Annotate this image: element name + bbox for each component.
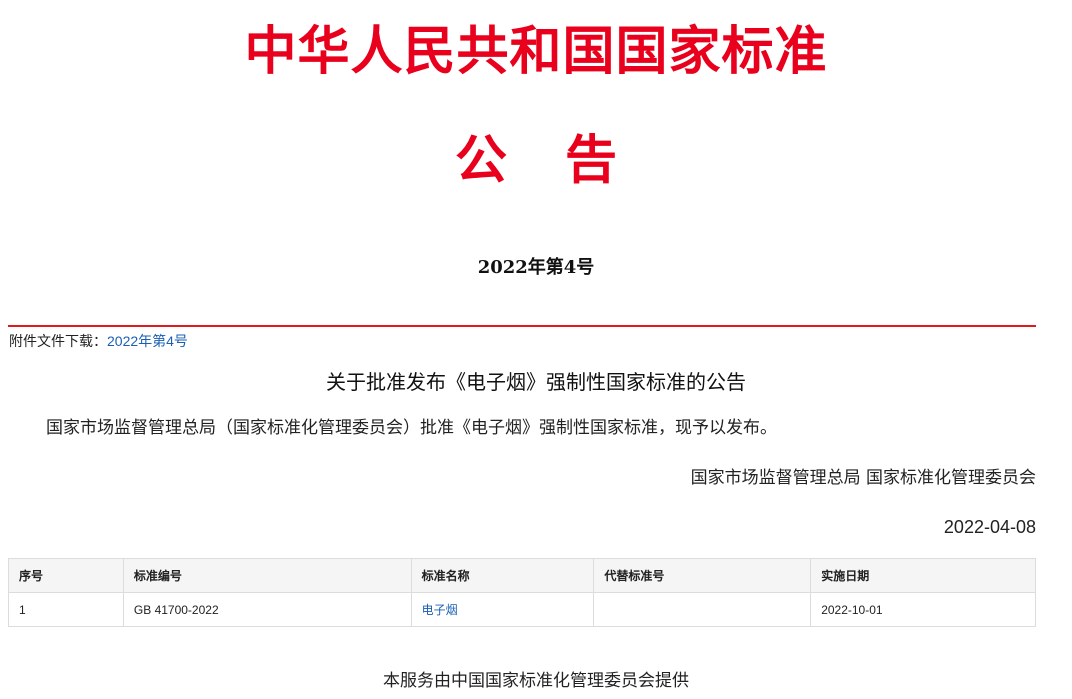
- attachment-label: 附件文件下载：: [9, 333, 107, 349]
- notice-title: 关于批准发布《电子烟》强制性国家标准的公告: [326, 370, 746, 394]
- notice-date: 2022-04-08: [943, 517, 1036, 537]
- cell-serial: 1: [8, 592, 124, 627]
- col-header-standard-number: 标准编号: [122, 558, 412, 593]
- standard-name-link[interactable]: 电子烟: [422, 603, 458, 617]
- table-header-row: 序号 标准编号 标准名称 代替标准号 实施日期: [8, 558, 1036, 593]
- red-divider: [8, 325, 1036, 327]
- notice-signer: 国家市场监督管理总局 国家标准化管理委员会: [690, 468, 1036, 488]
- cell-implementation-date: 2022-10-01: [810, 592, 1036, 627]
- cell-standard-number: GB 41700-2022: [122, 592, 412, 627]
- document-title: 中华人民共和国国家标准: [244, 21, 828, 82]
- col-header-serial: 序号: [8, 558, 124, 593]
- col-header-replaced-standard: 代替标准号: [593, 558, 812, 593]
- footer-provider: 本服务由中国国家标准化管理委员会提供: [383, 671, 689, 691]
- notice-body: 国家市场监督管理总局（国家标准化管理委员会）批准《电子烟》强制性国家标准，现予以…: [46, 418, 777, 438]
- document-subtitle: 公 告: [454, 130, 618, 191]
- attachment-download-link[interactable]: 2022年第4号: [107, 333, 188, 349]
- cell-replaced-standard: [593, 592, 812, 627]
- col-header-standard-name: 标准名称: [410, 558, 595, 593]
- attachment-row: 附件文件下载：2022年第4号: [9, 330, 188, 352]
- table-row: 1 GB 41700-2022 电子烟 2022-10-01: [8, 592, 1036, 627]
- col-header-implementation-date: 实施日期: [810, 558, 1036, 593]
- issue-number: 2022年第4号: [477, 257, 595, 278]
- standards-table: 序号 标准编号 标准名称 代替标准号 实施日期 1 GB 41700-2022 …: [8, 558, 1036, 627]
- cell-standard-name: 电子烟: [410, 592, 595, 627]
